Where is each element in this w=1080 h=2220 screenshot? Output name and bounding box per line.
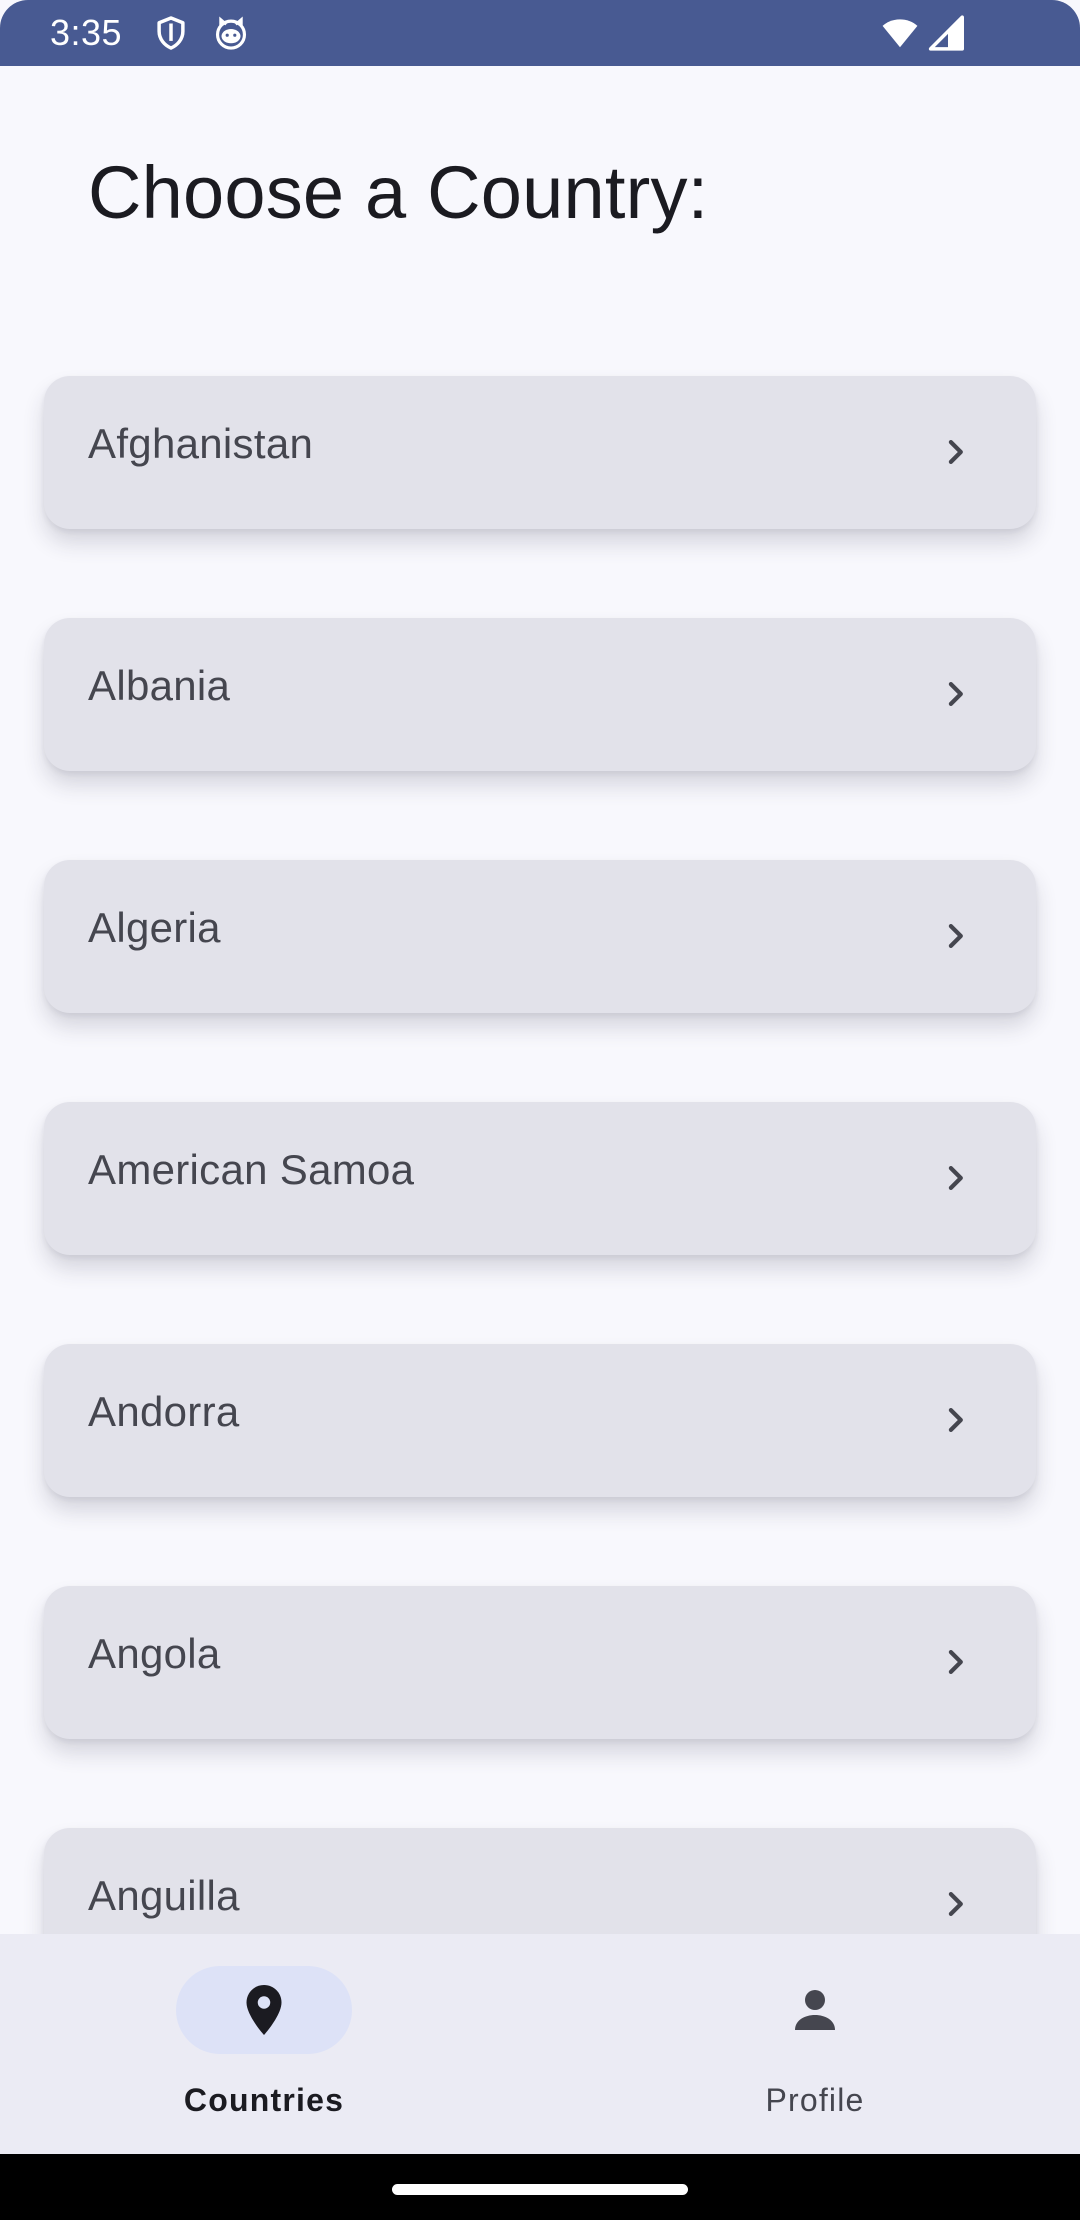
country-item-andorra[interactable]: Andorra: [44, 1344, 1036, 1497]
country-name: American Samoa: [88, 1146, 415, 1193]
shield-icon: [157, 16, 185, 50]
country-item-angola[interactable]: Angola: [44, 1586, 1036, 1739]
chevron-right-icon: [948, 1892, 963, 1916]
chevron-right-icon: [948, 682, 963, 706]
status-bar: 3:35: [0, 0, 1080, 66]
home-gesture-handle[interactable]: [392, 2184, 688, 2195]
nav-item-countries[interactable]: Countries: [114, 1966, 414, 2118]
country-name: Algeria: [88, 904, 221, 951]
chevron-right-icon: [948, 1166, 963, 1190]
country-name: Anguilla: [88, 1872, 240, 1919]
country-name: Afghanistan: [88, 420, 314, 467]
country-list[interactable]: Choose a Country: Afghanistan Albania Al…: [0, 0, 1080, 1934]
nav-item-profile[interactable]: Profile: [665, 1966, 965, 2118]
country-item-afghanistan[interactable]: Afghanistan: [44, 376, 1036, 529]
country-name: Andorra: [88, 1388, 240, 1435]
country-item-american-samoa[interactable]: American Samoa: [44, 1102, 1036, 1255]
country-item-algeria[interactable]: Algeria: [44, 860, 1036, 1013]
country-name: Albania: [88, 662, 231, 709]
bottom-navigation: Countries Profile: [0, 1934, 1080, 2154]
country-name: Angola: [88, 1630, 221, 1677]
chevron-right-icon: [948, 1650, 963, 1674]
country-item-anguilla[interactable]: Anguilla: [44, 1828, 1036, 1934]
wifi-icon: [882, 19, 918, 48]
nav-label-countries: Countries: [183, 2082, 345, 2118]
person-icon: [795, 1990, 835, 2030]
country-item-albania[interactable]: Albania: [44, 618, 1036, 771]
page-title: Choose a Country:: [88, 151, 709, 234]
chevron-right-icon: [948, 440, 963, 464]
cellular-signal-icon: [928, 15, 964, 51]
chevron-right-icon: [948, 1408, 963, 1432]
system-gesture-bar: [0, 2154, 1080, 2220]
nav-label-profile: Profile: [765, 2082, 865, 2118]
cat-face-icon: [215, 16, 247, 50]
chevron-right-icon: [948, 924, 963, 948]
location-pin-icon: [246, 1985, 282, 2035]
screen: Choose a Country: Afghanistan Albania Al…: [0, 0, 1080, 2220]
status-time: 3:35: [50, 12, 123, 53]
